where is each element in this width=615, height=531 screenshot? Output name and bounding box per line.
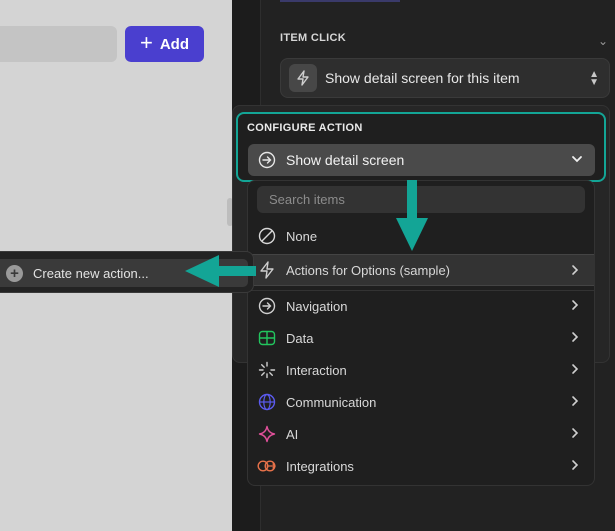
- down-arrow-annotation: [396, 180, 428, 251]
- annotation-arrows: [185, 180, 428, 287]
- left-arrow-annotation: [185, 255, 256, 287]
